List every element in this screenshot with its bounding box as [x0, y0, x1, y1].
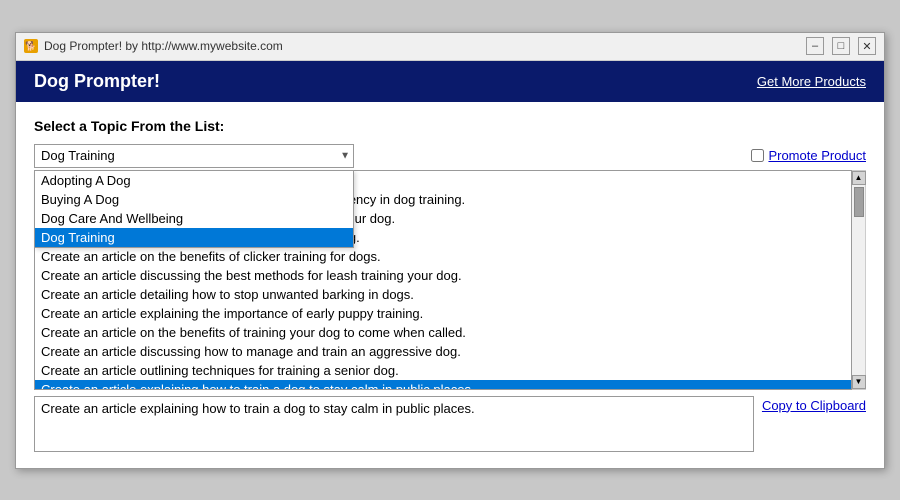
dd-item-buying[interactable]: Buying A Dog	[35, 190, 353, 209]
dd-item-adopting[interactable]: Adopting A Dog	[35, 171, 353, 190]
promote-product-link[interactable]: Promote Product	[768, 148, 866, 163]
topic-select-wrapper: Dog Training Adopting A Dog Buying A Dog…	[34, 144, 354, 168]
content-area: Select a Topic From the List: Dog Traini…	[16, 102, 884, 468]
minimize-button[interactable]: –	[806, 37, 824, 55]
topic-select[interactable]: Dog Training Adopting A Dog Buying A Dog…	[34, 144, 354, 168]
close-button[interactable]: ✕	[858, 37, 876, 55]
maximize-button[interactable]: □	[832, 37, 850, 55]
window-title: Dog Prompter! by http://www.mywebsite.co…	[44, 39, 283, 53]
promote-row: Promote Product	[751, 148, 866, 163]
main-window: 🐕 Dog Prompter! by http://www.mywebsite.…	[15, 32, 885, 469]
header-bar: Dog Prompter! Get More Products	[16, 61, 884, 102]
prompt-item[interactable]: Create an article on the benefits of cli…	[35, 247, 851, 266]
dropdown-list[interactable]: Adopting A Dog Buying A Dog Dog Care And…	[34, 170, 354, 248]
app-icon: 🐕	[24, 39, 38, 53]
scrollbar[interactable]: ▲ ▼	[852, 170, 866, 390]
prompt-item[interactable]: Create an article explaining the importa…	[35, 304, 851, 323]
select-label: Select a Topic From the List:	[34, 118, 866, 134]
output-textarea[interactable]	[34, 396, 754, 452]
app-title: Dog Prompter!	[34, 71, 160, 92]
dd-item-care[interactable]: Dog Care And Wellbeing	[35, 209, 353, 228]
output-row: Copy to Clipboard	[34, 396, 866, 452]
prompt-item[interactable]: Create an article discussing the best me…	[35, 266, 851, 285]
title-bar-controls: – □ ✕	[806, 37, 876, 55]
copy-to-clipboard-link[interactable]: Copy to Clipboard	[762, 398, 866, 413]
title-bar: 🐕 Dog Prompter! by http://www.mywebsite.…	[16, 33, 884, 61]
topic-row: Dog Training Adopting A Dog Buying A Dog…	[34, 144, 866, 168]
scrollbar-thumb[interactable]	[854, 187, 864, 217]
prompt-item[interactable]: Create an article detailing how to stop …	[35, 285, 851, 304]
dd-item-training[interactable]: Dog Training	[35, 228, 353, 247]
dropdown-open-container: Adopting A Dog Buying A Dog Dog Care And…	[34, 170, 866, 390]
scroll-down-button[interactable]: ▼	[852, 375, 866, 389]
promote-checkbox[interactable]	[751, 149, 764, 162]
prompt-item[interactable]: Create an article outlining techniques f…	[35, 361, 851, 380]
prompt-item[interactable]: Create an article explaining how to trai…	[35, 380, 851, 390]
prompt-item[interactable]: Create an article discussing how to mana…	[35, 342, 851, 361]
get-more-products-link[interactable]: Get More Products	[757, 74, 866, 89]
title-bar-left: 🐕 Dog Prompter! by http://www.mywebsite.…	[24, 39, 283, 53]
scroll-up-button[interactable]: ▲	[852, 171, 866, 185]
prompt-item[interactable]: Create an article on the benefits of tra…	[35, 323, 851, 342]
